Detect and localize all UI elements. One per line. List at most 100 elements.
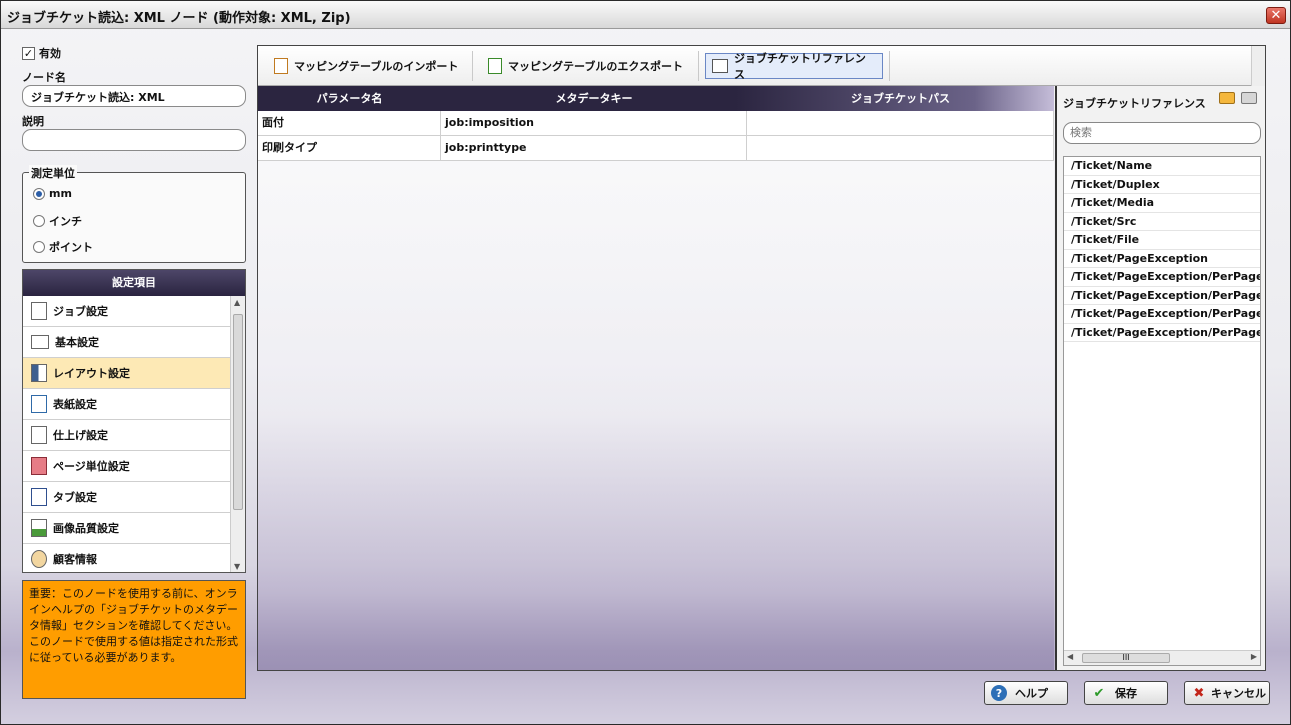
export-icon [488, 58, 502, 74]
reference-search-input[interactable] [1063, 122, 1261, 144]
column-header-jobticket-path[interactable]: ジョブチケットパス [747, 86, 1054, 111]
units-group: 測定単位 mm インチ ポイント [22, 165, 246, 263]
document-icon [31, 302, 47, 320]
table-cell[interactable]: 印刷タイプ [258, 136, 441, 160]
toolbar-separator [472, 51, 473, 81]
settings-item-label: 仕上げ設定 [53, 429, 108, 442]
settings-header: 設定項目 [23, 270, 245, 296]
table-row[interactable]: 印刷タイプ job:printtype [258, 136, 1054, 161]
unit-label-mm: mm [49, 187, 72, 200]
settings-list: ジョブ設定 基本設定 レイアウト設定 表紙設定 仕上げ設定 ページ単位設定 タブ… [23, 296, 231, 572]
settings-item-image[interactable]: 画像品質設定 [23, 513, 231, 544]
scroll-down-icon[interactable]: ▼ [234, 562, 240, 571]
table-cell[interactable] [747, 136, 1054, 160]
description-label: 説明 [22, 115, 44, 128]
help-button[interactable]: ? ヘルプ [984, 681, 1068, 705]
scroll-thumb[interactable] [233, 314, 243, 510]
radio-selected-icon [33, 187, 45, 200]
reference-panel: ジョブチケットリファレンス /Ticket/Name /Ticket/Duple… [1055, 86, 1265, 670]
delete-folder-icon[interactable] [1241, 92, 1257, 104]
settings-item-label: 表紙設定 [53, 398, 97, 411]
settings-item-label: 顧客情報 [53, 553, 97, 566]
toolbar-scrollbar[interactable] [1251, 46, 1265, 86]
list-item[interactable]: /Ticket/PageException [1064, 250, 1260, 268]
table-header: パラメータ名 メタデータキー ジョブチケットパス [258, 86, 1054, 111]
table-cell[interactable]: job:imposition [441, 111, 747, 135]
image-icon [31, 519, 47, 537]
settings-scrollbar[interactable]: ▲ ▼ [230, 296, 245, 572]
table-empty-area [258, 161, 1054, 670]
scroll-up-icon[interactable]: ▲ [234, 298, 240, 307]
unit-radio-point[interactable]: ポイント [33, 239, 93, 255]
column-header-parameter[interactable]: パラメータ名 [258, 86, 441, 111]
close-button[interactable]: ✕ [1266, 7, 1286, 24]
customer-icon [31, 550, 47, 568]
table-cell[interactable]: 面付 [258, 111, 441, 135]
cancel-label: キャンセル [1211, 687, 1266, 700]
settings-item-finishing[interactable]: 仕上げ設定 [23, 420, 231, 451]
pages-icon [31, 457, 47, 475]
enabled-checkbox[interactable]: ✓ [22, 46, 35, 60]
scroll-right-icon[interactable]: ▶ [1251, 652, 1257, 661]
help-label: ヘルプ [1015, 687, 1048, 700]
export-mapping-button[interactable]: マッピングテーブルのエクスポート [482, 53, 689, 79]
radio-icon [33, 241, 45, 253]
list-item[interactable]: /Ticket/Src [1064, 213, 1260, 231]
list-item[interactable]: /Ticket/PageException/PerPageS [1064, 287, 1260, 305]
cancel-button[interactable]: ✖ キャンセル [1184, 681, 1270, 705]
table-cell[interactable] [747, 111, 1054, 135]
window-title: ジョブチケット読込: XML ノード (動作対象: XML, Zip) [7, 11, 351, 26]
settings-item-job[interactable]: ジョブ設定 [23, 296, 231, 327]
reference-icons [1219, 92, 1257, 104]
list-item[interactable]: /Ticket/Duplex [1064, 176, 1260, 194]
settings-item-cover[interactable]: 表紙設定 [23, 389, 231, 420]
panel-icon [712, 59, 728, 73]
settings-item-label: ページ単位設定 [53, 460, 130, 473]
toolbar: マッピングテーブルのインポート マッピングテーブルのエクスポート ジョブチケット… [258, 46, 1265, 86]
settings-item-customer[interactable]: 顧客情報 [23, 544, 231, 572]
list-item[interactable]: /Ticket/Media [1064, 194, 1260, 213]
close-icon: ✕ [1270, 8, 1282, 23]
jobticket-reference-button[interactable]: ジョブチケットリファレンス [705, 52, 883, 81]
list-item[interactable]: /Ticket/PageException/PerPageS [1064, 305, 1260, 324]
unit-label-inch: インチ [49, 215, 82, 228]
node-name-label: ノード名 [22, 71, 66, 84]
dialog-window: ジョブチケット読込: XML ノード (動作対象: XML, Zip) ✕ ✓ … [0, 0, 1291, 725]
list-item[interactable]: /Ticket/PageException/PerPageS [1064, 324, 1260, 342]
tab-icon [31, 488, 47, 506]
enabled-label: 有効 [39, 47, 61, 60]
help-icon: ? [991, 685, 1007, 701]
main-panel: マッピングテーブルのインポート マッピングテーブルのエクスポート ジョブチケット… [257, 45, 1266, 671]
reference-hscrollbar[interactable]: ◀ III ▶ [1064, 650, 1260, 665]
title-bar: ジョブチケット読込: XML ノード (動作対象: XML, Zip) ✕ [1, 1, 1290, 29]
hscroll-thumb[interactable]: III [1082, 653, 1170, 663]
settings-item-label: ジョブ設定 [53, 305, 108, 318]
export-mapping-label: マッピングテーブルのエクスポート [508, 60, 684, 73]
import-mapping-label: マッピングテーブルのインポート [294, 60, 459, 73]
enabled-checkbox-row[interactable]: ✓ 有効 [22, 45, 61, 61]
check-icon: ✔ [1093, 685, 1105, 701]
table-cell[interactable]: job:printtype [441, 136, 747, 160]
table-row[interactable]: 面付 job:imposition [258, 111, 1054, 136]
unit-radio-inch[interactable]: インチ [33, 213, 82, 229]
column-header-metadata-key[interactable]: メタデータキー [441, 86, 747, 111]
settings-item-tab[interactable]: タブ設定 [23, 482, 231, 513]
settings-item-label: 基本設定 [55, 336, 99, 349]
scroll-left-icon[interactable]: ◀ [1067, 652, 1073, 661]
import-mapping-button[interactable]: マッピングテーブルのインポート [268, 53, 464, 79]
settings-item-basic[interactable]: 基本設定 [23, 327, 231, 358]
toolbar-separator [889, 51, 890, 81]
list-item[interactable]: /Ticket/PageException/PerPageS [1064, 268, 1260, 287]
save-button[interactable]: ✔ 保存 [1084, 681, 1168, 705]
node-name-input[interactable]: ジョブチケット読込: XML [22, 85, 246, 107]
settings-item-pages[interactable]: ページ単位設定 [23, 451, 231, 482]
list-item[interactable]: /Ticket/File [1064, 231, 1260, 250]
settings-item-layout[interactable]: レイアウト設定 [23, 358, 231, 389]
settings-panel: 設定項目 ジョブ設定 基本設定 レイアウト設定 表紙設定 仕上げ設定 ページ単位… [22, 269, 246, 573]
description-input[interactable] [22, 129, 246, 151]
cancel-x-icon: ✖ [1193, 685, 1205, 701]
cover-icon [31, 395, 47, 413]
open-folder-icon[interactable] [1219, 92, 1235, 104]
list-item[interactable]: /Ticket/Name [1064, 157, 1260, 176]
unit-radio-mm[interactable]: mm [33, 187, 72, 200]
